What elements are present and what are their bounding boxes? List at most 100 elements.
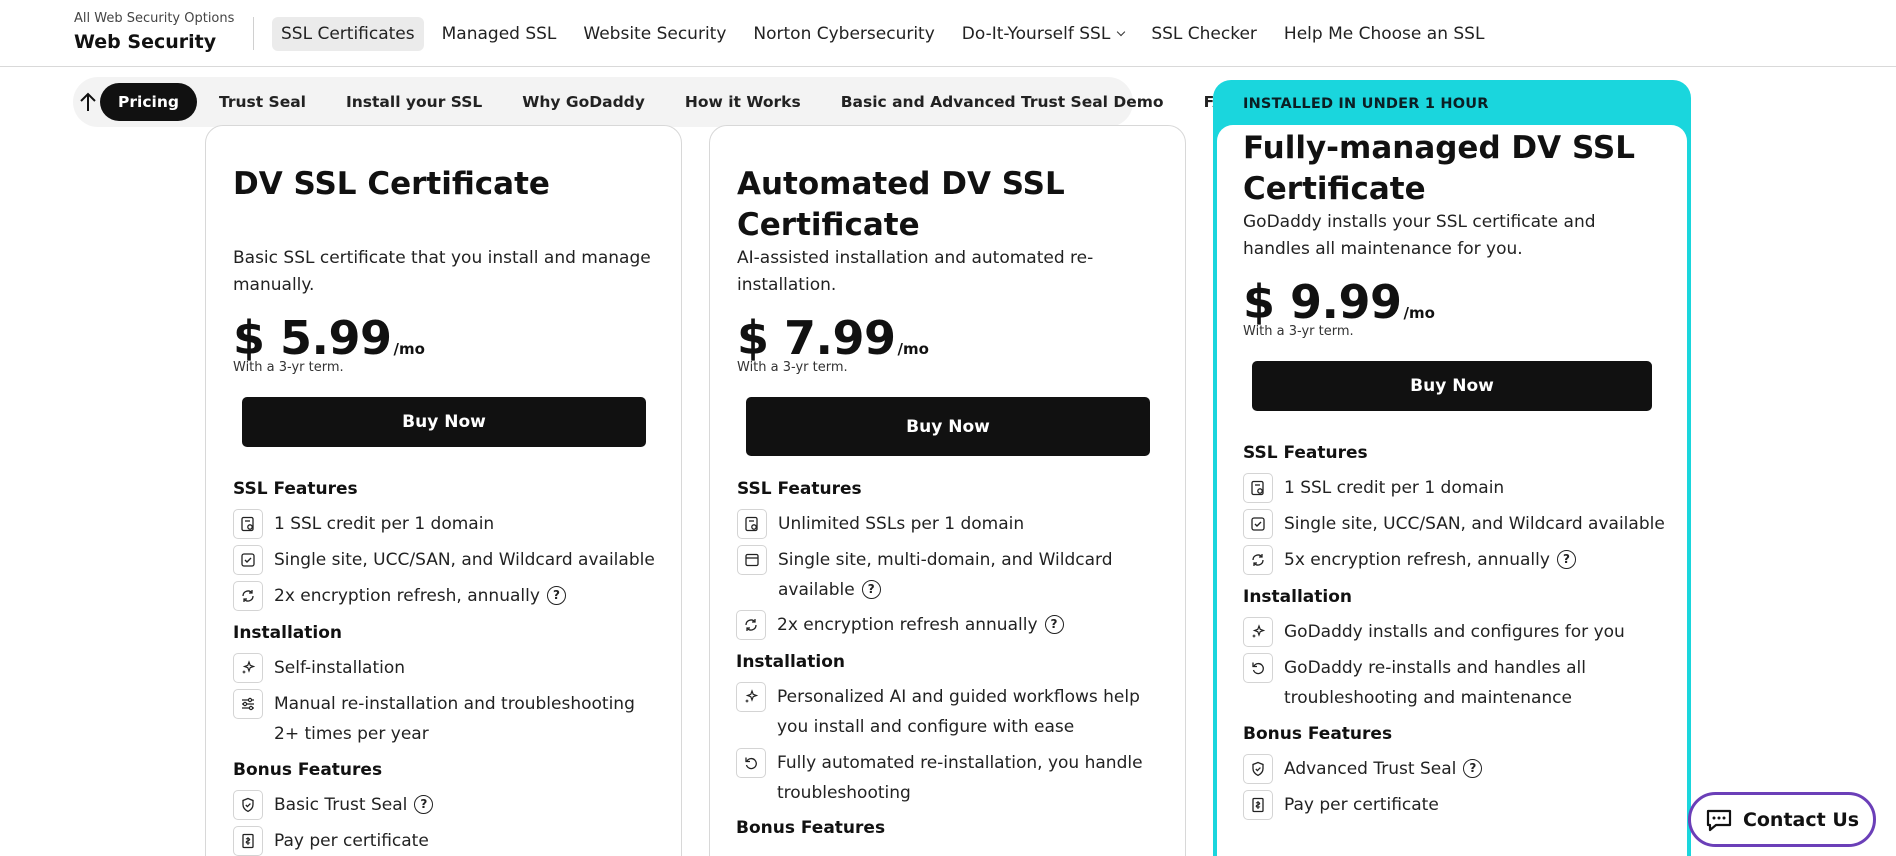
bonus-features-heading: Bonus Features (1243, 724, 1393, 744)
feature-text: Single site, UCC/SAN, and Wildcard avail… (274, 550, 655, 570)
help-icon[interactable]: ? (861, 579, 881, 599)
undo-icon (1243, 653, 1273, 683)
nav-diy-ssl-label: Do-It-Yourself SSL (961, 24, 1111, 44)
nav-help-me-choose[interactable]: Help Me Choose an SSL (1275, 17, 1494, 51)
price-amount: $ 9.99 (1243, 275, 1402, 329)
section-subnav: Pricing Trust Seal Install your SSL Why … (73, 77, 1238, 127)
price-amount: $ 7.99 (737, 311, 896, 365)
feature-text: 1 SSL credit per 1 domain (274, 514, 495, 534)
feature-item: GoDaddy re-installs and handles all trou… (1243, 653, 1643, 713)
certificate-icon (1243, 473, 1273, 503)
nav-norton-cybersecurity[interactable]: Norton Cybersecurity (744, 17, 943, 51)
card-description: Basic SSL certificate that you install a… (233, 248, 651, 295)
buy-now-button[interactable]: Buy Now (242, 397, 646, 447)
price-unit: /mo (393, 340, 425, 358)
nav-managed-ssl[interactable]: Managed SSL (433, 17, 566, 51)
card-body: Fully-managed DV SSL Certificate GoDaddy… (1217, 125, 1687, 856)
feature-text: 1 SSL credit per 1 domain (1284, 478, 1505, 498)
refresh-icon (1243, 545, 1273, 575)
receipt-icon (233, 826, 263, 856)
buy-now-button[interactable]: Buy Now (746, 397, 1150, 456)
feature-text: Single site, UCC/SAN, and Wildcard avail… (1284, 514, 1665, 534)
subnav-why-godaddy[interactable]: Why GoDaddy (504, 83, 663, 121)
nav-ssl-checker[interactable]: SSL Checker (1142, 17, 1266, 51)
price-term: With a 3-yr term. (1243, 324, 1354, 339)
card-title: Automated DV SSL Certificate (737, 166, 1065, 243)
feature-text: Unlimited SSLs per 1 domain (778, 514, 1025, 534)
feature-text: GoDaddy installs and configures for you (1284, 622, 1625, 642)
ssl-features-heading: SSL Features (1243, 443, 1368, 463)
checkbox-icon (1243, 509, 1273, 539)
nav-ssl-certificates[interactable]: SSL Certificates (272, 17, 424, 51)
nav-website-security[interactable]: Website Security (574, 17, 735, 51)
feature-text: Manual re-installation and troubleshooti… (274, 694, 635, 744)
scroll-to-top-button[interactable] (79, 83, 97, 121)
feature-text: 2x encryption refresh annually (777, 615, 1038, 635)
help-icon[interactable]: ? (1556, 549, 1576, 569)
sliders-icon (233, 689, 263, 719)
price-term: With a 3-yr term. (737, 360, 848, 375)
feature-item: Self-installation (233, 653, 405, 683)
price: $ 7.99 /mo (737, 311, 929, 365)
refresh-icon (233, 581, 263, 611)
subnav-install-ssl[interactable]: Install your SSL (328, 83, 500, 121)
ssl-features-heading: SSL Features (737, 479, 862, 499)
top-navigation-bar: All Web Security Options Web Security SS… (0, 0, 1896, 67)
refresh-icon (736, 610, 766, 640)
feature-text: Self-installation (274, 658, 406, 678)
certificate-icon (233, 509, 263, 539)
feature-item: 2x encryption refresh annually? (736, 610, 1064, 640)
feature-text: Pay per certificate (274, 831, 429, 851)
feature-text: 2x encryption refresh, annually (274, 586, 540, 606)
feature-item: Basic Trust Seal? (233, 790, 434, 820)
brand-title: Web Security (74, 31, 217, 53)
price: $ 9.99 /mo (1243, 275, 1435, 329)
feature-item: Unlimited SSLs per 1 domain (737, 509, 1024, 539)
nav-diy-ssl[interactable]: Do-It-Yourself SSL (953, 17, 1134, 51)
feature-text: Single site, multi-domain, and Wildcard … (778, 550, 1113, 600)
checkbox-icon (233, 545, 263, 575)
subnav-trust-seal-demo[interactable]: Basic and Advanced Trust Seal Demo (823, 83, 1182, 121)
subnav-how-it-works[interactable]: How it Works (667, 83, 819, 121)
feature-item: Single site, UCC/SAN, and Wildcard avail… (1243, 509, 1665, 539)
bonus-features-heading: Bonus Features (233, 760, 383, 780)
price-unit: /mo (897, 340, 929, 358)
feature-item: Pay per certificate (233, 826, 429, 856)
help-icon[interactable]: ? (1044, 614, 1064, 634)
sparkle-icon (1243, 617, 1273, 647)
help-icon[interactable]: ? (414, 794, 434, 814)
subnav-pricing[interactable]: Pricing (100, 83, 197, 121)
feature-item: 2x encryption refresh, annually? (233, 581, 566, 611)
chevron-down-icon (1117, 27, 1126, 36)
feature-text: Basic Trust Seal (274, 795, 408, 815)
feature-item: Manual re-installation and troubleshooti… (233, 689, 653, 749)
brand-subtitle: All Web Security Options (74, 11, 235, 26)
price-term: With a 3-yr term. (233, 360, 344, 375)
help-icon[interactable]: ? (1463, 758, 1483, 778)
feature-item: 1 SSL credit per 1 domain (233, 509, 494, 539)
arrow-up-icon (80, 92, 96, 111)
recommended-badge: INSTALLED IN UNDER 1 HOUR (1243, 96, 1489, 112)
contact-us-button[interactable]: Contact Us (1688, 792, 1876, 847)
feature-item: GoDaddy installs and configures for you (1243, 617, 1625, 647)
main-nav: SSL Certificates Managed SSL Website Sec… (272, 16, 1502, 52)
installation-heading: Installation (1243, 587, 1353, 607)
buy-now-button[interactable]: Buy Now (1252, 361, 1652, 411)
card-title: DV SSL Certificate (233, 166, 550, 202)
feature-item: Single site, multi-domain, and Wildcard … (737, 545, 1157, 605)
subnav-trust-seal[interactable]: Trust Seal (201, 83, 324, 121)
price-amount: $ 5.99 (233, 311, 392, 365)
certificate-icon (737, 509, 767, 539)
feature-item: Single site, UCC/SAN, and Wildcard avail… (233, 545, 655, 575)
price: $ 5.99 /mo (233, 311, 425, 365)
brand[interactable]: All Web Security Options Web Security (74, 11, 234, 53)
contact-us-label: Contact Us (1742, 808, 1860, 831)
receipt-icon (1243, 790, 1273, 820)
feature-item: 5x encryption refresh, annually? (1243, 545, 1576, 575)
pricing-card-automated-dv-ssl: Automated DV SSL Certificate AI-assisted… (709, 125, 1186, 856)
pricing-card-dv-ssl: DV SSL Certificate Basic SSL certificate… (205, 125, 682, 856)
feature-text: GoDaddy re-installs and handles all trou… (1284, 658, 1586, 708)
browser-icon (737, 545, 767, 575)
price-unit: /mo (1403, 304, 1435, 322)
help-icon[interactable]: ? (546, 585, 566, 605)
